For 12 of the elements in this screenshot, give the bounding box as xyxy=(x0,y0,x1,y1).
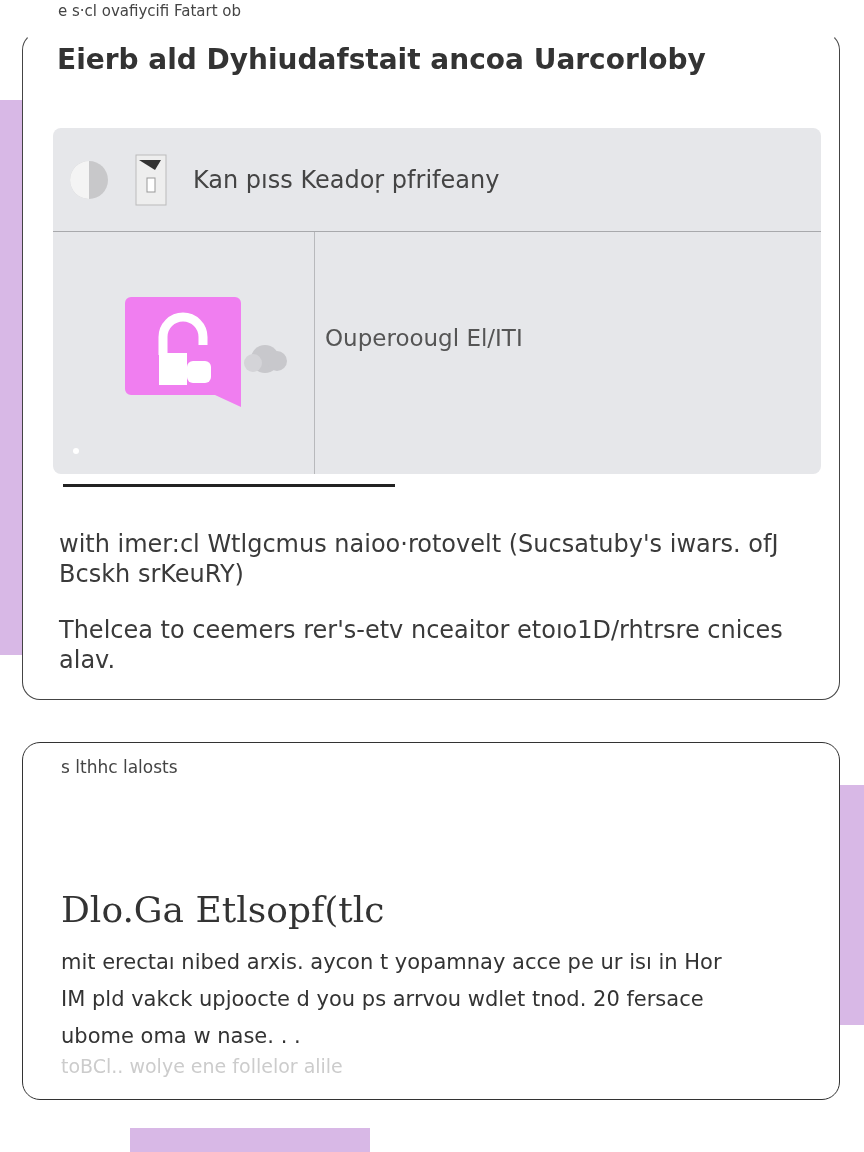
paragraph: Thelcea to ceemers rer's-etv nceaitor etoıo1D/rhtrsre cnices alav. xyxy=(59,615,784,675)
paragraph: mit erectaı nibed arxis. aycon t yopamnay acce pe ur isı in Hor IM pld vakck upjoocte d you ps arrvou wdlet tnod. 20 fersace ubome oma w nase. . . xyxy=(61,949,723,1050)
caption: e s·cl ovafiycifi Fatart ob xyxy=(58,2,242,22)
document-icon xyxy=(135,153,167,206)
card-title: Dlo.Ga Etlsopf(tlc xyxy=(61,889,386,930)
panel-header: Kan pıss Keadoṛ pfrifeany xyxy=(193,165,500,194)
dot xyxy=(73,448,79,455)
clock-icon xyxy=(69,159,109,200)
panel-label: Ouperoougl El/ITI xyxy=(325,325,523,352)
card-title: Eierb ald Dyhiudafstait ancoa Uarcorloby xyxy=(57,43,707,76)
paragraph: with imer:cl Wtlgcmus naioo·rotovelt (Sucsatuby's iwars. ofJ Bcskh srKeuRY) xyxy=(59,529,780,589)
eyebrow: s lthhc lalosts xyxy=(61,757,179,777)
